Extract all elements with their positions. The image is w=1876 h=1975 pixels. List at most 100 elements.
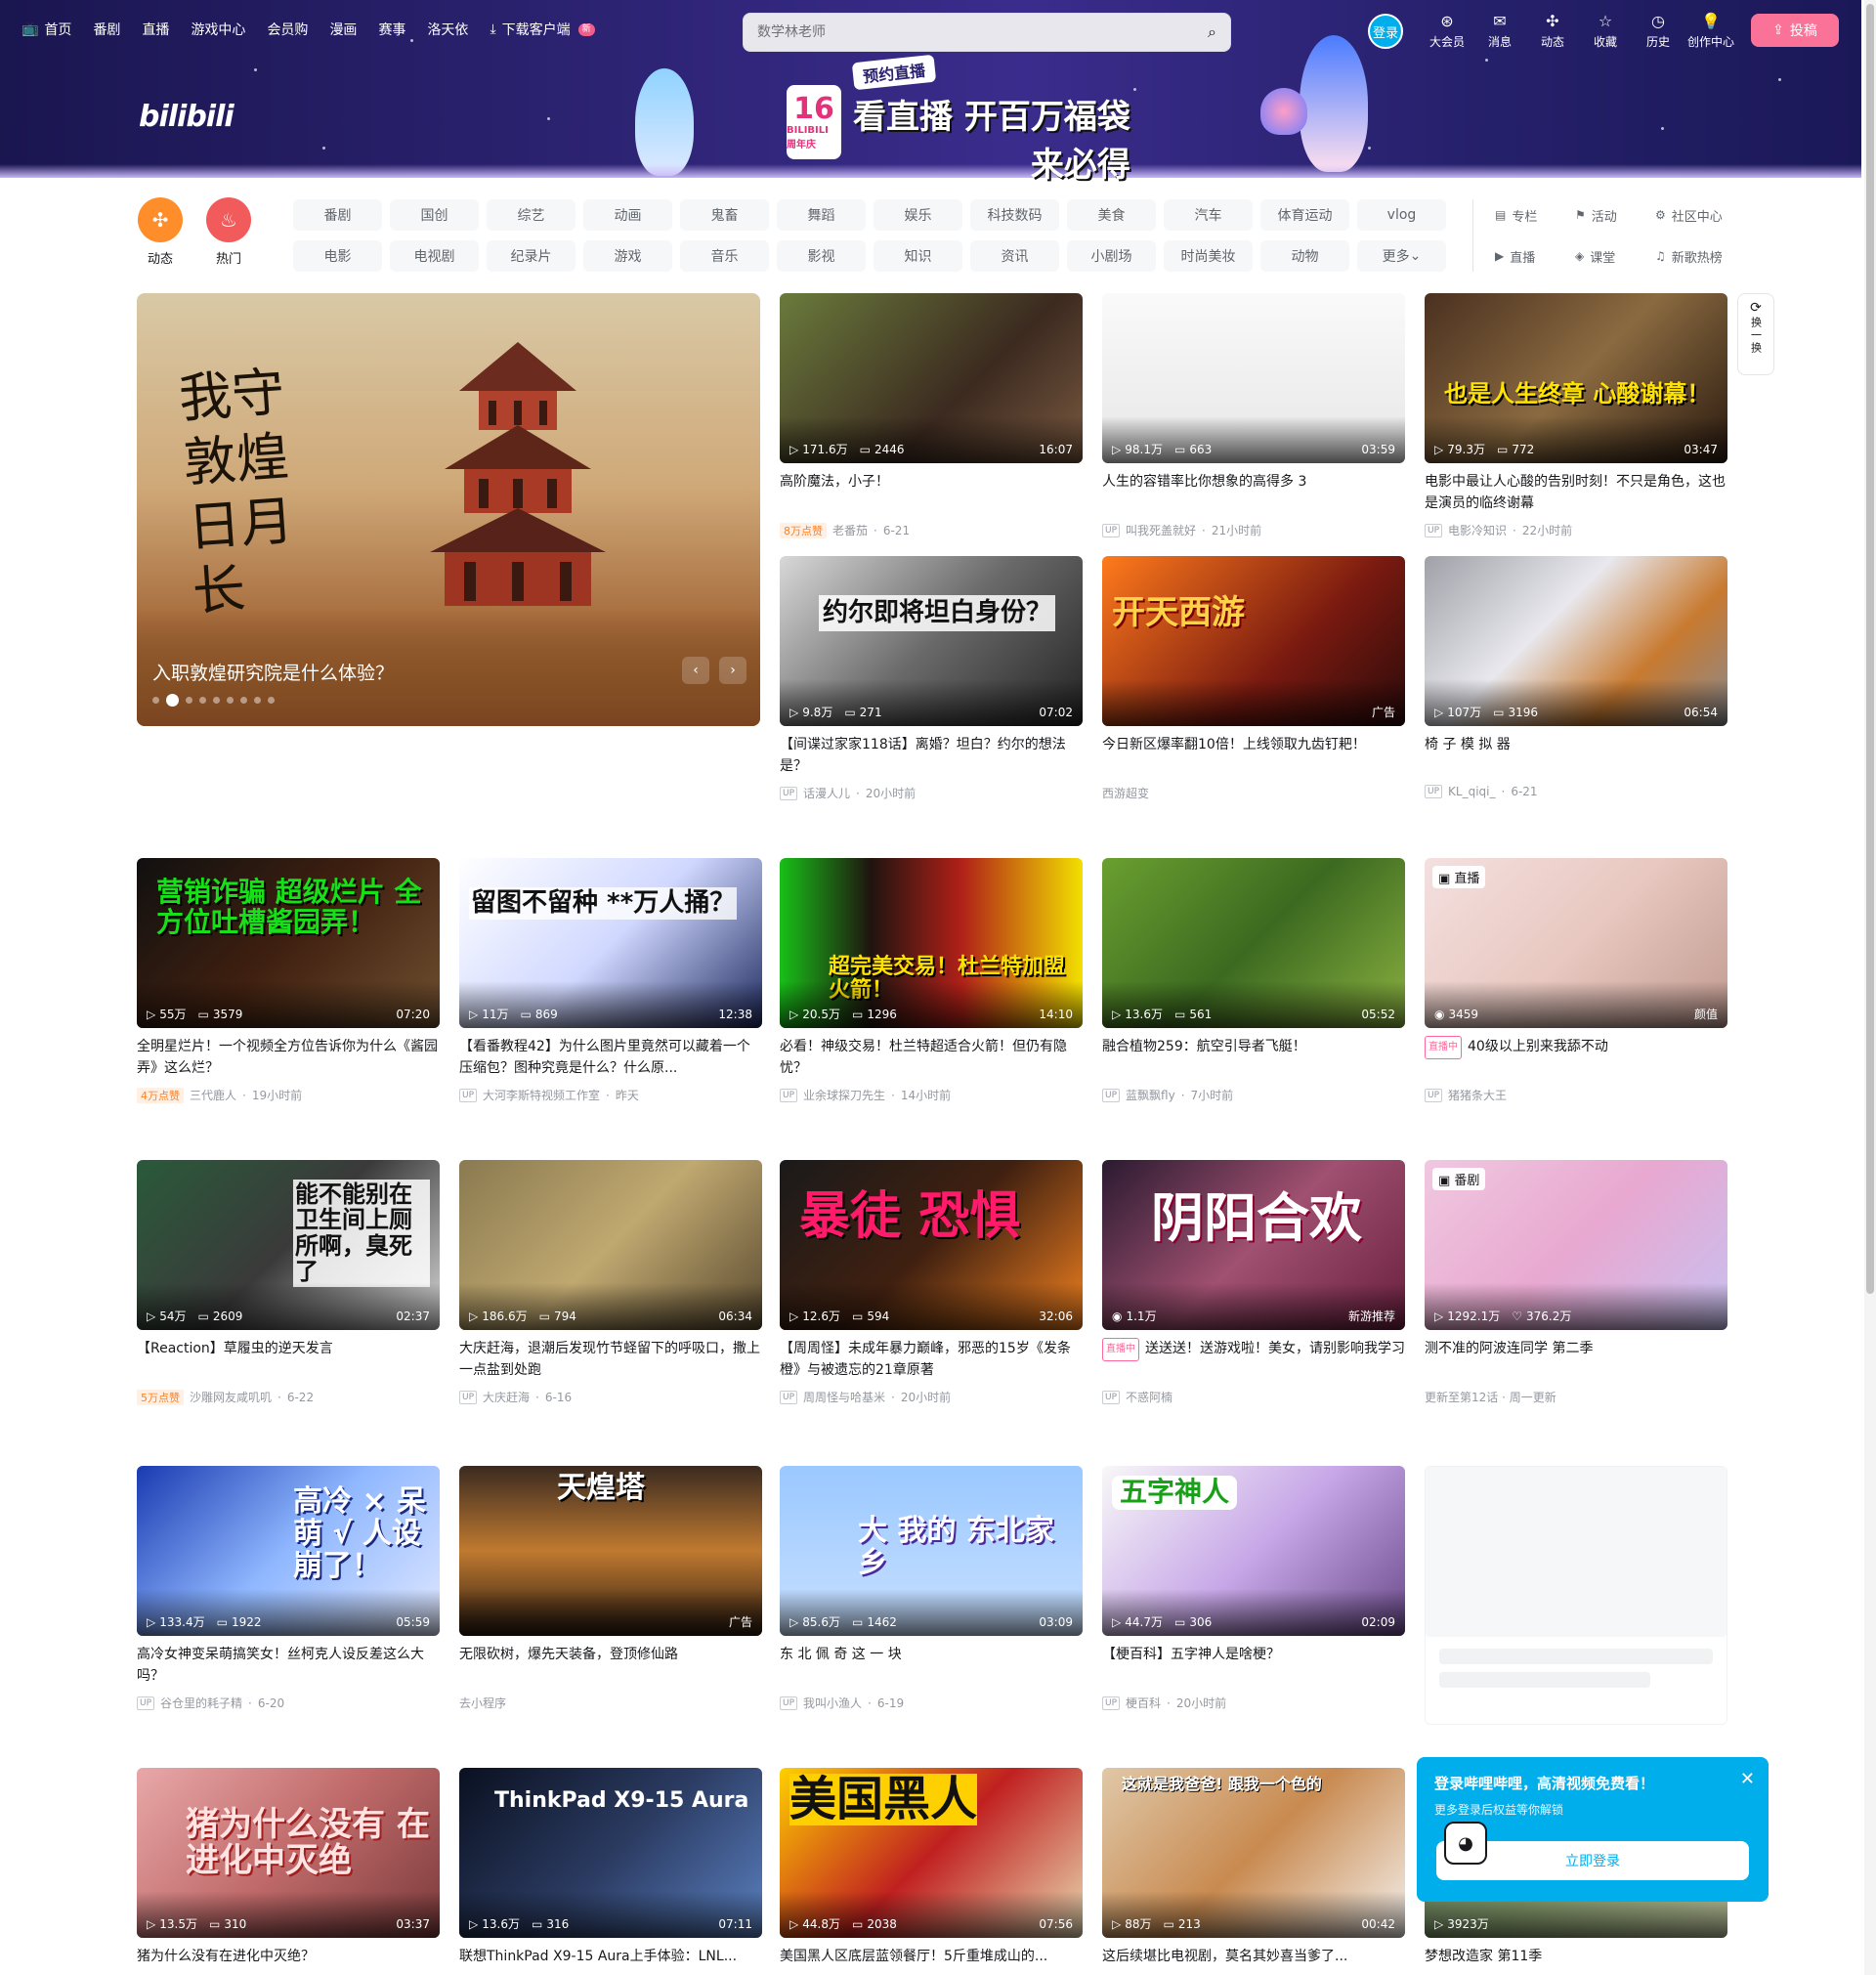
link-live[interactable]: ▶ 直播 bbox=[1495, 240, 1571, 272]
favorites-link[interactable]: ☆ 收藏 bbox=[1579, 12, 1632, 50]
carousel-title[interactable]: 入职敦煌研究院是什么体验？ bbox=[152, 659, 394, 685]
video-thumbnail[interactable]: ThinkPad X9-15 Aura ▷ 13.6万 ▭ 316 07:11 bbox=[459, 1768, 762, 1938]
video-title[interactable]: 【梗百科】五字神人是啥梗？ bbox=[1102, 1644, 1405, 1687]
author-name[interactable]: 大庆赶海 bbox=[483, 1389, 530, 1405]
video-title[interactable]: 直播中 送送送！送游戏啦！美女，请别影响我学习 bbox=[1102, 1338, 1405, 1381]
author-name[interactable]: 老番茄 bbox=[832, 522, 868, 538]
messages-link[interactable]: ✉ 消息 bbox=[1473, 12, 1526, 50]
carousel-dot[interactable] bbox=[166, 694, 179, 707]
video-title[interactable]: 测不准的阿波连同学 第二季 bbox=[1425, 1338, 1727, 1381]
video-title[interactable]: 电影中最让人心酸的告别时刻！不只是角色，这也是演员的临终谢幕 bbox=[1425, 471, 1727, 514]
video-card[interactable]: ▷ 98.1万 ▭ 663 03:59 人生的容错率比你想象的高得多 3 UP 叫我死盖就好 ·… bbox=[1102, 293, 1405, 538]
channel-16[interactable]: 音乐 bbox=[680, 240, 769, 272]
nav-download-client[interactable]: ⤓ 下载客户端新 bbox=[490, 20, 595, 39]
video-thumbnail[interactable]: ▣ 直播 ◉ 3459 颜值 bbox=[1425, 858, 1727, 1028]
channel-17[interactable]: 影视 bbox=[777, 240, 866, 272]
author-name[interactable]: 周周怪与哈基米 bbox=[803, 1389, 885, 1405]
video-card[interactable]: 也是人生终章 心酸谢幕！ ▷ 79.3万 ▭ 772 03:47 电影中最让人心酸的告别时刻… bbox=[1425, 293, 1727, 538]
nav-live[interactable]: 直播 bbox=[142, 20, 169, 39]
video-title[interactable]: 今日新区爆率翻10倍！上线领取九齿钉耙！ bbox=[1102, 734, 1405, 777]
video-card[interactable]: 阴阳合欢 ◉ 1.1万 新游推荐 直播中 送送送！送游戏啦！美女，请别影响我学习 UP 不惑阿… bbox=[1102, 1160, 1405, 1405]
video-card[interactable]: 五字神人 ▷ 44.7万 ▭ 306 02:09 【梗百科】五字神人是啥梗？ UP 梗百科 · 20… bbox=[1102, 1466, 1405, 1711]
upload-button[interactable]: ⇪ 投稿 bbox=[1751, 14, 1839, 47]
author-name[interactable]: 大河李斯特视频工作室 bbox=[483, 1087, 600, 1103]
video-title[interactable]: 这后续堪比电视剧，莫名其妙喜当爹了... bbox=[1102, 1946, 1405, 1975]
video-thumbnail[interactable]: 约尔即将坦白身份？ ▷ 9.8万 ▭ 271 07:02 bbox=[780, 556, 1083, 726]
video-title[interactable]: 直播中 40级以上别来我舔不动 bbox=[1425, 1036, 1727, 1079]
carousel-dot[interactable] bbox=[213, 697, 220, 704]
nav-manga[interactable]: 漫画 bbox=[329, 20, 357, 39]
nav-match[interactable]: 赛事 bbox=[378, 20, 405, 39]
video-thumbnail[interactable]: ▷ 186.6万 ▭ 794 06:34 bbox=[459, 1160, 762, 1330]
link-music-chart[interactable]: ♫ 新歌热榜 bbox=[1655, 240, 1731, 272]
carousel-dot[interactable] bbox=[152, 697, 159, 704]
video-card[interactable]: 天煌塔 广告 无限砍树，爆先天装备，登顶修仙路 去小程序 bbox=[459, 1466, 762, 1711]
video-title[interactable]: 高冷女神变呆萌搞笑女！丝柯克人设反差这么大吗？ bbox=[137, 1644, 440, 1687]
carousel-dot[interactable] bbox=[186, 697, 192, 704]
carousel-dot[interactable] bbox=[227, 697, 234, 704]
video-title[interactable]: 无限砍树，爆先天装备，登顶修仙路 bbox=[459, 1644, 762, 1687]
video-card[interactable]: ▣ 番剧 ▷ 1292.1万 ♡ 376.2万 测不准的阿波连同学 第二季 更新至第12话 … bbox=[1425, 1160, 1727, 1405]
video-card[interactable]: 超完美交易！杜兰特加盟火箭！▷20.5万▭129614:10 必看！神级交易！杜兰… bbox=[780, 858, 1083, 1103]
video-title[interactable]: 猪为什么没有在进化中灭绝？ bbox=[137, 1946, 440, 1975]
search-icon[interactable]: ⌕ bbox=[1208, 22, 1216, 42]
video-thumbnail[interactable]: 开天西游 广告 bbox=[1102, 556, 1405, 726]
author-name[interactable]: 我叫小渔人 bbox=[803, 1695, 862, 1711]
author-name[interactable]: 话漫人儿 bbox=[803, 785, 850, 801]
link-column[interactable]: ▤ 专栏 bbox=[1495, 199, 1571, 231]
author-name[interactable]: 电影冷知识 bbox=[1448, 522, 1507, 538]
channel-9[interactable]: 汽车 bbox=[1164, 199, 1253, 231]
video-title[interactable]: 【周周怪】未成年暴力巅峰，邪恶的15岁《发条橙》与被遗忘的21章原著 bbox=[780, 1338, 1083, 1381]
video-thumbnail[interactable]: 五字神人 ▷ 44.7万 ▭ 306 02:09 bbox=[1102, 1466, 1405, 1636]
video-title[interactable]: 【间谍过家家118话】离婚？坦白？约尔的想法是？ bbox=[780, 734, 1083, 777]
channel-4[interactable]: 鬼畜 bbox=[680, 199, 769, 231]
dynamics-link[interactable]: ✣ 动态 bbox=[1526, 12, 1579, 50]
channel-14[interactable]: 纪录片 bbox=[487, 240, 576, 272]
creator-center-link[interactable]: 💡 创作中心 bbox=[1684, 12, 1737, 50]
video-thumbnail[interactable]: 猪为什么没有 在进化中灭绝 ▷ 13.5万 ▭ 310 03:37 bbox=[137, 1768, 440, 1938]
channel-19[interactable]: 资讯 bbox=[970, 240, 1059, 272]
author-name[interactable]: 谷仓里的耗子精 bbox=[160, 1695, 242, 1711]
video-title[interactable]: 融合植物259：航空引导者飞艇！ bbox=[1102, 1036, 1405, 1079]
video-thumbnail[interactable]: 超完美交易！杜兰特加盟火箭！▷20.5万▭129614:10 bbox=[780, 858, 1083, 1028]
author-name[interactable]: 业余球探刀先生 bbox=[803, 1087, 885, 1103]
channel-6[interactable]: 娱乐 bbox=[874, 199, 962, 231]
channel-0[interactable]: 番剧 bbox=[293, 199, 382, 231]
channel-18[interactable]: 知识 bbox=[874, 240, 962, 272]
page-scrollbar[interactable] bbox=[1864, 0, 1876, 1975]
channel-1[interactable]: 国创 bbox=[390, 199, 479, 231]
video-title[interactable]: 大庆赶海，退潮后发现竹节蛏留下的呼吸口，撒上一点盐到处跑 bbox=[459, 1338, 762, 1381]
video-card[interactable]: 大 我的 东北家乡 ▷ 85.6万 ▭ 1462 03:09 东 北 佩 奇 这 一 块 UP… bbox=[780, 1466, 1083, 1711]
video-thumbnail[interactable]: 留图不留种 **万人捅？ ▷ 11万 ▭ 869 12:38 bbox=[459, 858, 762, 1028]
channel-13[interactable]: 电视剧 bbox=[390, 240, 479, 272]
author-name[interactable]: 梗百科 bbox=[1126, 1695, 1161, 1711]
video-title[interactable]: 东 北 佩 奇 这 一 块 bbox=[780, 1644, 1083, 1687]
nav-mall[interactable]: 会员购 bbox=[267, 20, 308, 39]
video-title[interactable]: 全明星烂片！一个视频全方位告诉你为什么《酱园弄》这么烂？ bbox=[137, 1036, 440, 1079]
channel-2[interactable]: 综艺 bbox=[487, 199, 576, 231]
carousel-dot[interactable] bbox=[240, 697, 247, 704]
carousel-dot[interactable] bbox=[199, 697, 206, 704]
search-input[interactable] bbox=[757, 24, 1209, 40]
video-thumbnail[interactable]: 大 我的 东北家乡 ▷ 85.6万 ▭ 1462 03:09 bbox=[780, 1466, 1083, 1636]
channel-8[interactable]: 美食 bbox=[1067, 199, 1156, 231]
video-card[interactable]: 猪为什么没有 在进化中灭绝 ▷ 13.5万 ▭ 310 03:37 猪为什么没有在进化中灭绝… bbox=[137, 1768, 440, 1975]
author-name[interactable]: 叫我死盖就好 bbox=[1126, 522, 1196, 538]
video-thumbnail[interactable]: 这就是我爸爸! 跟我一个色的 ▷ 88万 ▭ 213 00:42 bbox=[1102, 1768, 1405, 1938]
channel-hot[interactable]: ♨ 热门 bbox=[205, 197, 252, 267]
link-activity[interactable]: ⚑ 活动 bbox=[1575, 199, 1651, 231]
author-name[interactable]: KL_qiqi_ bbox=[1448, 785, 1495, 798]
video-thumbnail[interactable]: 高冷 × 呆萌 √ 人设崩了！ ▷ 133.4万 ▭ 1922 05:59 bbox=[137, 1466, 440, 1636]
video-thumbnail[interactable]: ▷ 107万 ▭ 3196 06:54 bbox=[1425, 556, 1727, 726]
video-thumbnail[interactable]: ▷ 171.6万 ▭ 2446 16:07 bbox=[780, 293, 1083, 463]
video-title[interactable]: 椅 子 模 拟 器 bbox=[1425, 734, 1727, 777]
link-community[interactable]: ⚙ 社区中心 bbox=[1655, 199, 1731, 231]
video-card[interactable]: ▷ 186.6万 ▭ 794 06:34 大庆赶海，退潮后发现竹节蛏留下的呼吸口，撒上一点… bbox=[459, 1160, 762, 1405]
video-thumbnail[interactable]: 暴徒 恐惧 ▷ 12.6万 ▭ 594 32:06 bbox=[780, 1160, 1083, 1330]
video-title[interactable]: 必看！神级交易！杜兰特超适合火箭！但仍有隐忧？ bbox=[780, 1036, 1083, 1079]
video-card[interactable]: 开天西游 广告 今日新区爆率翻10倍！上线领取九齿钉耙！ 西游超变 bbox=[1102, 556, 1405, 801]
carousel-prev-button[interactable]: ‹ bbox=[682, 657, 709, 684]
video-card[interactable]: ▷ 13.6万 ▭ 561 05:52 融合植物259：航空引导者飞艇！ UP 蓝飘飘fly ·… bbox=[1102, 858, 1405, 1103]
video-card[interactable]: 美国黑人 ▷ 44.8万 ▭ 2038 07:56 美国黑人区底层蓝领餐厅！5斤重堆成山的.… bbox=[780, 1768, 1083, 1975]
carousel-dot[interactable] bbox=[254, 697, 261, 704]
